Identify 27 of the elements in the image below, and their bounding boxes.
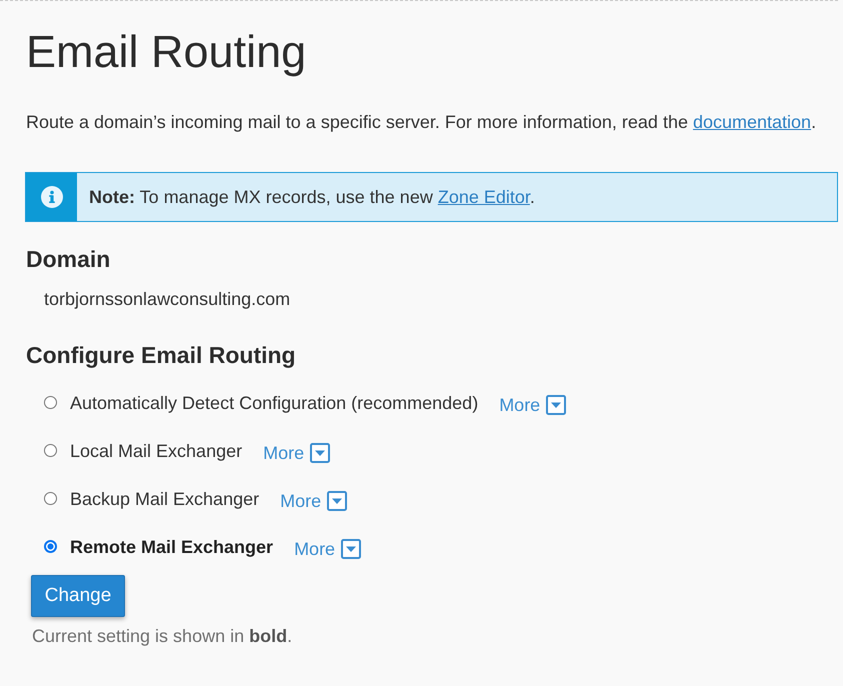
footnote-text: Current setting is shown in bold. [32,625,292,648]
radio-button[interactable] [44,540,57,552]
section-heading: Domain [26,245,110,274]
section-heading: Configure Email Routing [26,341,296,370]
intro-text: Route a domain’s incoming mail to a specific server. For more information, read the documentation. [26,111,816,134]
caret-icon [327,491,348,511]
radio-button[interactable] [44,444,57,456]
more-toggle[interactable]: More [499,394,566,416]
option-label: Backup Mail Exchanger [70,488,260,511]
option-label: Local Mail Exchanger [70,440,242,463]
change-button[interactable]: Change [31,575,125,617]
caret-icon [341,539,362,559]
zone-editor-link[interactable]: Zone Editor [438,187,530,207]
more-toggle[interactable]: More [294,538,362,560]
option-label: Remote Mail Exchanger [70,536,274,559]
option-label: Automatically Detect Configuration (recommended) [70,392,478,415]
page-title: Email Routing [26,25,306,79]
radio-button[interactable] [44,396,57,408]
radio-button[interactable] [44,492,57,504]
caret-icon [546,395,566,415]
info-icon [40,186,62,208]
note-text: Note: To manage MX records, use the new Zone Editor. [89,186,535,209]
domain-name: torbjornssonlawconsulting.com [44,288,290,311]
more-toggle[interactable]: More [280,490,348,512]
caret-icon [310,443,330,463]
more-toggle[interactable]: More [263,442,330,464]
documentation-link[interactable]: documentation [692,112,812,132]
